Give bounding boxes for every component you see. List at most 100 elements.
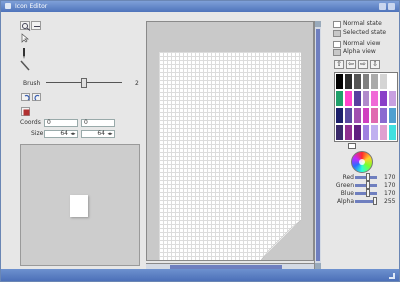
palette-swatch[interactable] bbox=[352, 107, 362, 124]
palette-swatch[interactable] bbox=[343, 90, 353, 107]
color-wheel[interactable] bbox=[351, 151, 373, 173]
undo-button[interactable] bbox=[21, 93, 30, 101]
resize-grip-icon[interactable] bbox=[389, 273, 395, 279]
red-value: 170 bbox=[384, 174, 396, 181]
undo-icon bbox=[24, 94, 30, 101]
color-wheel-center bbox=[359, 159, 365, 165]
coords-x-field[interactable]: 0 bbox=[44, 119, 78, 127]
alpha-view-checkbox[interactable] bbox=[333, 49, 341, 56]
vertical-scrollbar-thumb[interactable] bbox=[316, 29, 320, 261]
palette-swatch[interactable] bbox=[335, 90, 344, 107]
eraser-icon bbox=[23, 109, 30, 116]
palette-swatch[interactable] bbox=[379, 124, 389, 141]
size-height-spinbox[interactable]: 64 ◂▸ bbox=[81, 130, 115, 138]
normal-view-label: Normal view bbox=[343, 40, 381, 47]
shift-right-button[interactable]: ⇨ bbox=[358, 60, 368, 69]
size-width-value: 64 bbox=[60, 130, 68, 137]
palette-swatch[interactable] bbox=[361, 90, 371, 107]
palette-swatch[interactable] bbox=[379, 107, 389, 124]
title-bar[interactable]: Icon Editor bbox=[1, 1, 399, 12]
size-label: Size bbox=[31, 130, 44, 137]
palette-swatch[interactable] bbox=[352, 124, 362, 141]
alpha-view-label: Alpha view bbox=[343, 48, 376, 55]
palette-swatch[interactable] bbox=[335, 73, 344, 90]
drawing-canvas-area[interactable] bbox=[146, 21, 314, 261]
green-slider-knob[interactable] bbox=[365, 181, 370, 189]
palette-swatch[interactable] bbox=[370, 107, 380, 124]
palette-swatch[interactable] bbox=[335, 124, 344, 141]
window-title: Icon Editor bbox=[15, 3, 48, 10]
coords-y-field[interactable]: 0 bbox=[81, 119, 115, 127]
palette-swatch[interactable] bbox=[388, 124, 397, 141]
selected-color-swatch bbox=[348, 143, 356, 149]
zoom-in-icon bbox=[22, 23, 31, 31]
palette-swatch[interactable] bbox=[388, 73, 397, 90]
palette-swatch[interactable] bbox=[379, 90, 389, 107]
palette-swatch[interactable] bbox=[388, 107, 397, 124]
window-controls bbox=[377, 3, 395, 10]
spin-arrows-icon[interactable]: ◂▸ bbox=[70, 131, 76, 137]
pencil-icon bbox=[23, 48, 25, 59]
zoom-in-tool-button[interactable] bbox=[20, 21, 31, 31]
brush-slider-knob[interactable] bbox=[81, 78, 87, 88]
palette-swatch[interactable] bbox=[379, 73, 389, 90]
palette-swatch[interactable] bbox=[352, 73, 362, 90]
redo-button[interactable] bbox=[32, 93, 41, 101]
scroll-up-icon[interactable] bbox=[315, 21, 321, 27]
alpha-value: 255 bbox=[384, 198, 396, 205]
palette-swatch[interactable] bbox=[370, 73, 380, 90]
page-curl-icon bbox=[261, 220, 301, 260]
status-bar bbox=[1, 269, 399, 281]
palette-swatch[interactable] bbox=[361, 73, 371, 90]
palette-swatch[interactable] bbox=[343, 107, 353, 124]
eraser-button[interactable] bbox=[21, 107, 30, 116]
redo-icon bbox=[34, 94, 40, 101]
coords-label: Coords bbox=[20, 119, 41, 126]
green-value: 170 bbox=[384, 182, 396, 189]
palette-swatch[interactable] bbox=[352, 90, 362, 107]
palette-swatch[interactable] bbox=[361, 107, 371, 124]
palette-swatch[interactable] bbox=[370, 124, 380, 141]
shift-left-button[interactable]: ⇦ bbox=[346, 60, 356, 69]
brush-label: Brush bbox=[23, 80, 41, 87]
minimize-button[interactable] bbox=[379, 3, 386, 10]
shift-up-button[interactable]: ⇧ bbox=[334, 60, 344, 69]
green-slider-label: Green bbox=[335, 182, 354, 189]
zoom-out-tool-button[interactable] bbox=[31, 21, 41, 30]
palette-swatch[interactable] bbox=[343, 73, 353, 90]
line-icon bbox=[20, 60, 30, 71]
palette-swatch[interactable] bbox=[370, 90, 380, 107]
vertical-scrollbar[interactable] bbox=[314, 21, 321, 269]
normal-state-label: Normal state bbox=[343, 20, 382, 27]
close-button[interactable] bbox=[388, 3, 395, 10]
normal-state-checkbox[interactable] bbox=[333, 21, 341, 28]
icon-preview-image bbox=[70, 195, 88, 217]
selected-state-label: Selected state bbox=[343, 29, 387, 36]
alpha-slider-knob[interactable] bbox=[373, 197, 377, 205]
line-tool-button[interactable] bbox=[19, 59, 31, 71]
alpha-slider-label: Alpha bbox=[336, 198, 354, 205]
zoom-out-icon bbox=[34, 26, 40, 27]
app-icon bbox=[5, 3, 11, 9]
size-width-spinbox[interactable]: 64 ◂▸ bbox=[44, 130, 78, 138]
palette-swatch[interactable] bbox=[335, 107, 344, 124]
icon-editor-window: Icon Editor Brush 2 Coords 0 0 Size 64 ◂… bbox=[0, 0, 400, 282]
red-slider-knob[interactable] bbox=[365, 173, 370, 181]
blue-slider-label: Blue bbox=[340, 190, 354, 197]
blue-slider-knob[interactable] bbox=[365, 189, 370, 197]
brush-value: 2 bbox=[135, 80, 139, 87]
pencil-tool-button[interactable] bbox=[21, 48, 27, 59]
normal-view-checkbox[interactable] bbox=[333, 41, 341, 48]
palette-swatch[interactable] bbox=[343, 124, 353, 141]
select-tool-button[interactable] bbox=[20, 33, 30, 43]
red-slider-label: Red bbox=[342, 174, 354, 181]
palette-swatch[interactable] bbox=[361, 124, 371, 141]
size-height-value: 64 bbox=[97, 130, 105, 137]
palette-swatch[interactable] bbox=[388, 90, 397, 107]
icon-preview-panel bbox=[20, 144, 140, 266]
blue-value: 170 bbox=[384, 190, 396, 197]
spin-arrows-icon[interactable]: ◂▸ bbox=[107, 131, 113, 137]
color-palette[interactable] bbox=[334, 72, 398, 142]
selected-state-checkbox[interactable] bbox=[333, 30, 341, 37]
shift-down-button[interactable]: ⇩ bbox=[370, 60, 380, 69]
